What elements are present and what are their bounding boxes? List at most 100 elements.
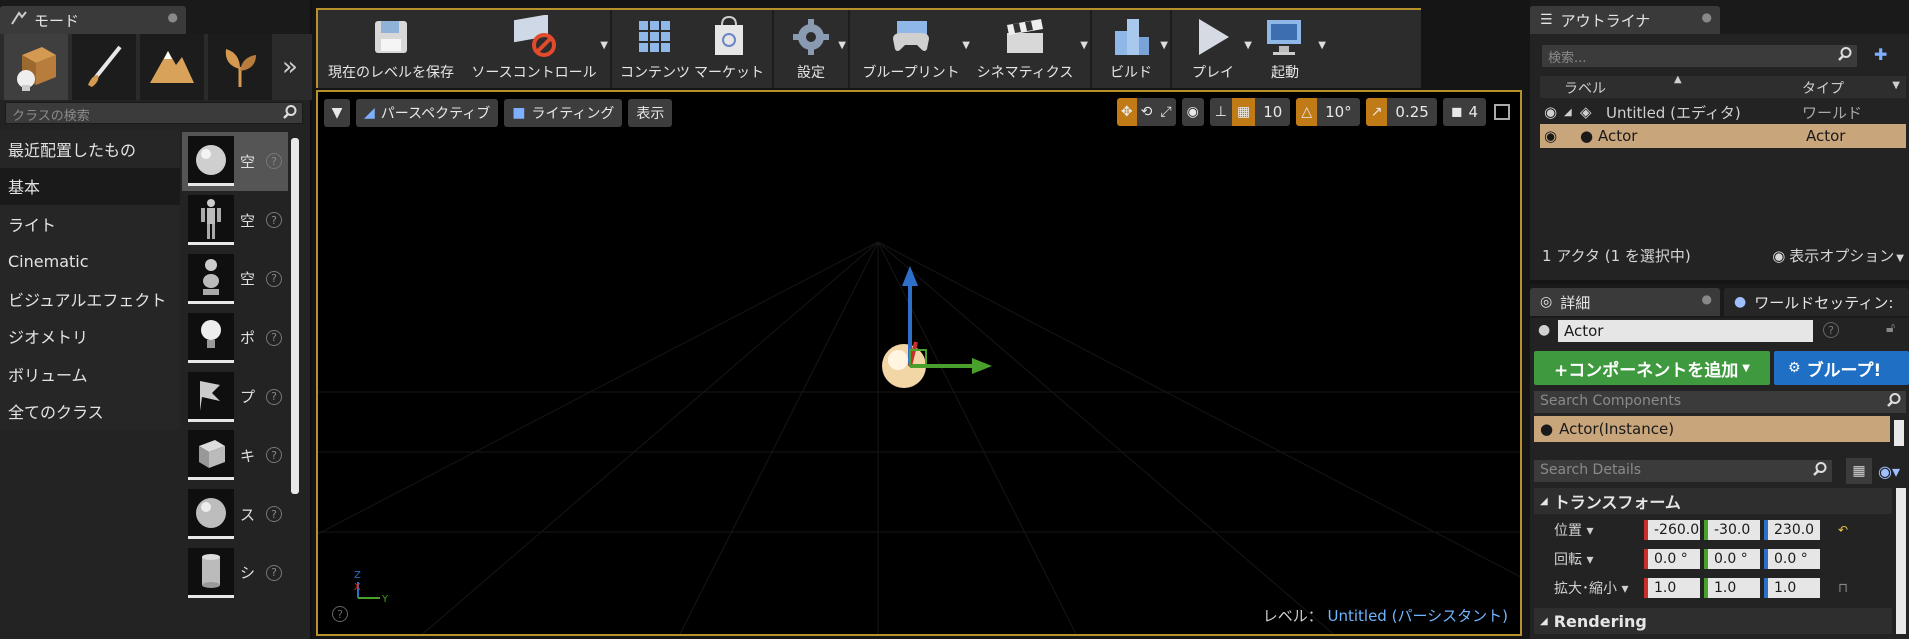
help-icon[interactable]: ? [266,447,282,464]
location-x-field[interactable]: -260.0 [1644,520,1700,540]
outliner-row-world[interactable]: ◉ ◢ ◈ Untitled (エディタ) ワールド [1540,100,1906,124]
translate-mode-button[interactable]: ✥ [1116,98,1137,126]
category-recent[interactable]: 最近配置したもの [0,130,180,168]
category-volumes[interactable]: ボリューム [0,355,180,393]
transform-gizmo[interactable] [858,252,998,392]
help-icon[interactable]: ? [266,153,282,170]
chevron-down-icon[interactable]: ▼ [600,40,608,51]
close-icon[interactable]: ● [1702,10,1712,24]
surface-snap-button[interactable]: ⊥ [1209,98,1232,126]
place-mode-button[interactable] [4,34,68,100]
asset-item-empty-character[interactable]: 空 ? [182,191,288,250]
scale-label[interactable]: 拡大･縮小 ▾ [1534,578,1644,598]
actor-name-input[interactable]: Actor [1558,320,1813,342]
add-folder-button[interactable]: ✚ [1874,45,1898,67]
asset-item-sphere[interactable]: ス ? [182,485,288,544]
asset-item-cube[interactable]: キ ? [182,426,288,485]
asset-item-player-start[interactable]: プ ? [182,367,288,426]
maximize-viewport-icon[interactable] [1494,104,1510,120]
help-icon[interactable]: ? [266,212,282,229]
category-visual-effects[interactable]: ビジュアルエフェクト [0,280,180,318]
show-button[interactable]: 表示 [628,99,673,127]
level-viewport[interactable]: ▼ ◢ パースペクティブ ■ ライティング 表示 ✥ ⟲ ⤢ ◉ ⊥ ▦ 10 … [316,90,1522,636]
scale-z-field[interactable]: 1.0 [1764,578,1820,598]
components-scrollbar[interactable] [1894,420,1904,446]
perspective-button[interactable]: ◢ パースペクティブ [356,99,499,127]
view-options-button[interactable]: ◉ 表示オプション ▼ [1772,245,1904,266]
rotation-y-field[interactable]: 0.0 ° [1704,549,1760,569]
help-icon[interactable]: ? [1823,322,1839,338]
category-all-classes[interactable]: 全てのクラス [0,392,180,430]
property-matrix-button[interactable]: ▦ [1846,458,1872,484]
level-name[interactable]: Untitled (パーシスタント) [1327,607,1508,625]
search-details-input[interactable]: Search Details [1534,460,1832,482]
chevron-down-icon[interactable]: ▼ [1892,80,1900,91]
column-type-header[interactable]: タイプ [1802,78,1844,98]
help-icon[interactable]: ? [332,606,348,622]
search-components-input[interactable]: Search Components [1534,391,1906,413]
collapse-arrow-icon[interactable]: ◢ [1564,107,1580,118]
class-search-input[interactable]: クラスの検索 [5,102,303,124]
world-settings-tab[interactable]: ● ワールドセッティン: [1724,288,1909,316]
play-button[interactable]: プレイ ▼ [1178,10,1252,88]
category-geometry[interactable]: ジオメトリ [0,317,180,355]
paint-mode-button[interactable] [72,34,136,100]
column-label-header[interactable]: ラベル [1564,78,1606,98]
content-button[interactable]: コンテンツ [618,10,692,88]
location-y-field[interactable]: -30.0 [1704,520,1760,540]
blueprints-button[interactable]: ブループリント ▼ [856,10,970,88]
grid-snap-button[interactable]: ▦ [1231,98,1256,126]
rotate-mode-button[interactable]: ⟲ [1136,98,1157,126]
help-icon[interactable]: ? [266,270,282,287]
scale-x-field[interactable]: 1.0 [1644,578,1700,598]
scale-y-field[interactable]: 1.0 [1704,578,1760,598]
asset-item-empty-pawn[interactable]: 空 ? [182,250,288,309]
viewport-options-button[interactable]: ▼ [324,99,350,127]
asset-item-empty-actor[interactable]: 空 ? [182,132,288,191]
chevron-down-icon[interactable]: ▼ [838,40,846,51]
details-tab[interactable]: ◎ 詳細 ● [1530,288,1720,316]
outliner-row-actor[interactable]: ◉ ● Actor Actor [1540,124,1906,148]
details-scrollbar[interactable] [1896,488,1906,634]
chevron-down-icon[interactable]: ▼ [1318,40,1326,51]
close-icon[interactable]: ● [168,10,178,24]
location-z-field[interactable]: 230.0 [1764,520,1820,540]
help-icon[interactable]: ? [266,564,282,581]
eye-icon[interactable]: ◉ [1540,127,1564,145]
blueprint-button[interactable]: ⚙ ブループ! [1774,351,1909,385]
landscape-mode-button[interactable] [140,34,204,100]
rendering-section-header[interactable]: ◢ Rendering [1534,608,1892,634]
category-lights[interactable]: ライト [0,205,180,243]
eye-icon[interactable]: ◉ [1540,103,1564,121]
rotation-snap-button[interactable]: △ [1296,98,1318,126]
scale-snap-value[interactable]: 0.25 [1387,98,1437,126]
visibility-filter-button[interactable]: ◉▾ [1878,462,1900,481]
world-local-button[interactable]: ◉ [1181,98,1204,126]
lock-icon[interactable]: ⊓ [1838,581,1848,596]
rotation-z-field[interactable]: 0.0 ° [1764,549,1820,569]
build-button[interactable]: ビルド ▼ [1098,10,1168,88]
launch-button[interactable]: 起動 ▼ [1248,10,1326,88]
asset-item-point-light[interactable]: ポ ? [182,308,288,367]
location-label[interactable]: 位置 ▾ [1534,520,1644,540]
help-icon[interactable]: ? [266,388,282,405]
rotation-snap-value[interactable]: 10° [1317,98,1360,126]
asset-scrollbar[interactable] [291,138,299,494]
lock-icon[interactable]: 🔓︎ [1886,320,1895,336]
marketplace-button[interactable]: マーケット [692,10,766,88]
camera-speed-button[interactable]: ◼ 4 [1442,98,1486,126]
more-modes-button[interactable]: » [272,34,308,100]
chevron-down-icon[interactable]: ▼ [1080,40,1088,51]
asset-item-cylinder[interactable]: シ ? [182,544,288,603]
category-basic[interactable]: 基本 [0,167,180,205]
rotation-label[interactable]: 回転 ▾ [1534,549,1644,569]
scale-mode-button[interactable]: ⤢ [1156,98,1176,126]
scale-snap-button[interactable]: ↗ [1365,98,1388,126]
grid-snap-value[interactable]: 10 [1255,98,1291,126]
help-icon[interactable]: ? [266,329,282,346]
settings-button[interactable]: 設定 ▼ [780,10,846,88]
transform-section-header[interactable]: ◢ トランスフォーム [1534,488,1892,514]
chevron-down-icon[interactable]: ▼ [1160,40,1168,51]
add-component-button[interactable]: +コンポーネントを追加 ▼ [1534,351,1770,385]
cinematics-button[interactable]: シネマティクス ▼ [966,10,1088,88]
